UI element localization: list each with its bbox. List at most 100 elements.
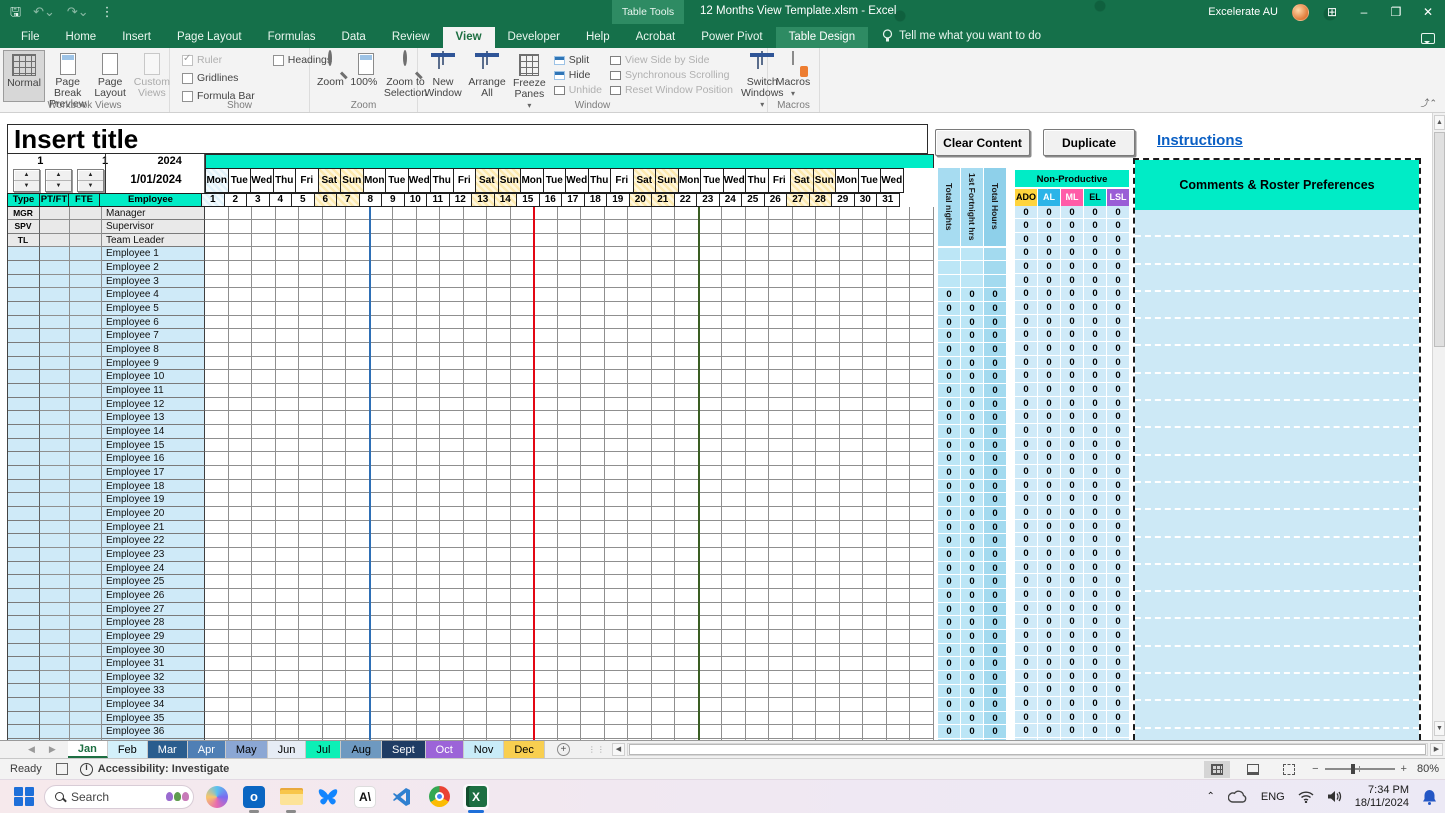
sheet-tab-feb[interactable]: Feb [108,741,148,758]
day-cell[interactable] [816,725,840,739]
day-cell[interactable] [299,316,323,330]
day-cell[interactable] [675,302,699,316]
day-cell[interactable] [863,562,887,576]
day-cell[interactable] [440,671,464,685]
day-cell[interactable] [534,207,558,221]
day-cell[interactable] [534,562,558,576]
day-cell[interactable] [534,644,558,658]
day-cell[interactable] [558,562,582,576]
day-cell[interactable] [628,288,652,302]
new-sheet-button[interactable]: + [545,741,582,758]
day-cell[interactable] [581,329,605,343]
page-layout-button[interactable]: Page Layout [90,50,130,102]
day-cell[interactable] [746,316,770,330]
day-cell[interactable] [722,288,746,302]
fte-cell[interactable] [70,493,102,507]
day-cell[interactable] [205,207,229,221]
save-icon[interactable]: 🖫 [10,3,21,20]
day-cell[interactable] [229,302,253,316]
employee-name-cell[interactable]: Employee 2 [102,261,205,275]
day-cell[interactable] [464,616,488,630]
day-cell[interactable] [581,234,605,248]
day-cell[interactable] [816,384,840,398]
day-cell[interactable] [229,247,253,261]
ptft-cell[interactable] [40,698,70,712]
day-cell[interactable] [417,357,441,371]
day-cell[interactable] [464,712,488,726]
day-cell[interactable] [793,343,817,357]
day-cell[interactable] [863,575,887,589]
day-cell[interactable] [205,357,229,371]
day-cell[interactable] [534,398,558,412]
day-cell[interactable] [840,575,864,589]
day-cell[interactable] [675,247,699,261]
day-cell[interactable] [276,288,300,302]
day-cell[interactable] [205,630,229,644]
day-cell[interactable] [769,725,793,739]
day-cell[interactable] [534,220,558,234]
day-cell[interactable] [581,684,605,698]
day-cell[interactable] [534,466,558,480]
day-cell[interactable] [323,603,347,617]
comments-row[interactable] [1135,647,1419,674]
type-cell[interactable] [7,684,40,698]
ptft-cell[interactable] [40,603,70,617]
day-cell[interactable] [675,288,699,302]
day-cell[interactable] [393,493,417,507]
employee-name-cell[interactable]: Employee 14 [102,425,205,439]
day-cell[interactable] [534,589,558,603]
day-cell[interactable] [675,725,699,739]
day-cell[interactable] [887,534,911,548]
day-cell[interactable] [487,562,511,576]
day-cell[interactable] [558,329,582,343]
type-cell[interactable] [7,562,40,576]
comments-row[interactable] [1135,319,1419,346]
day-cell[interactable] [887,439,911,453]
day-cell[interactable] [487,275,511,289]
day-cell[interactable] [581,425,605,439]
day-cell[interactable] [323,616,347,630]
fte-cell[interactable] [70,521,102,535]
day-cell[interactable] [581,644,605,658]
fte-cell[interactable] [70,329,102,343]
day-cell[interactable] [581,657,605,671]
reset-window-position-button[interactable]: Reset Window Position [610,84,733,96]
day-cell[interactable] [675,398,699,412]
day-cell[interactable] [887,275,911,289]
day-cell[interactable] [628,466,652,480]
day-cell[interactable] [229,657,253,671]
day-cell[interactable] [746,480,770,494]
day-cell[interactable] [370,657,394,671]
sheet-tab-sept[interactable]: Sept [382,741,426,758]
day-cell[interactable] [605,589,629,603]
day-cell[interactable] [205,644,229,658]
comments-row[interactable] [1135,210,1419,237]
ptft-cell[interactable] [40,480,70,494]
day-cell[interactable] [205,411,229,425]
day-cell[interactable] [276,725,300,739]
day-cell[interactable] [323,698,347,712]
day-cell[interactable] [511,357,535,371]
day-cell[interactable] [816,261,840,275]
day-cell[interactable] [252,439,276,453]
day-cell[interactable] [440,698,464,712]
ptft-cell[interactable] [40,534,70,548]
day-cell[interactable] [370,644,394,658]
day-cell[interactable] [722,466,746,480]
month-spinner[interactable]: ▲▼ [45,169,72,192]
type-cell[interactable]: TL [7,234,40,248]
day-cell[interactable] [699,288,723,302]
day-cell[interactable] [581,439,605,453]
day-cell[interactable] [746,671,770,685]
comments-row[interactable] [1135,674,1419,701]
day-cell[interactable] [675,684,699,698]
day-cell[interactable] [464,343,488,357]
day-cell[interactable] [910,712,934,726]
day-cell[interactable] [605,616,629,630]
day-cell[interactable] [887,589,911,603]
fte-cell[interactable] [70,684,102,698]
day-cell[interactable] [840,507,864,521]
zoom-button[interactable]: Zoom [313,50,348,102]
day-cell[interactable] [205,343,229,357]
day-cell[interactable] [440,684,464,698]
